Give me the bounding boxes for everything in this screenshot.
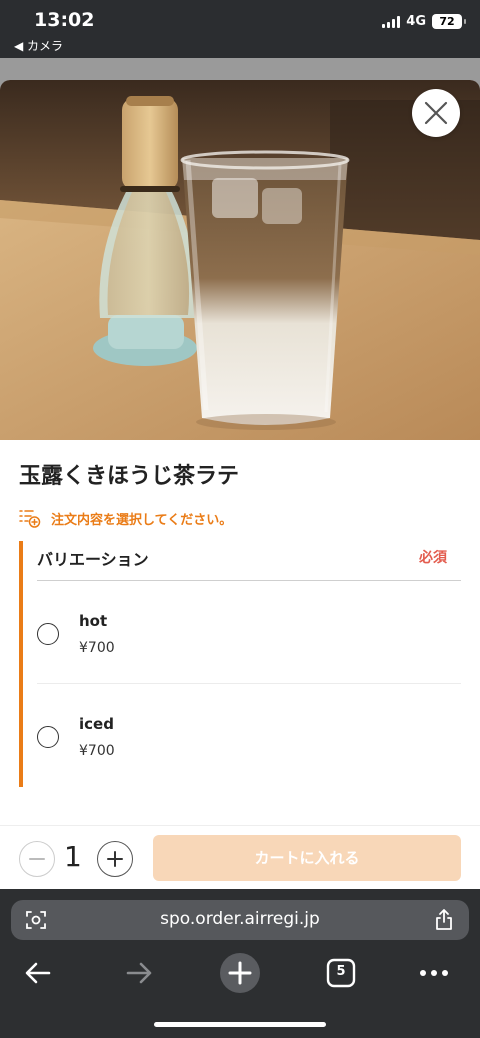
increase-quantity-button[interactable] xyxy=(97,841,133,877)
variation-header: バリエーション 必須 xyxy=(37,541,461,581)
tabs-button[interactable]: 5 xyxy=(319,951,363,995)
option-name: iced xyxy=(79,715,114,733)
browser-toolbar: spo.order.airregi.jp 5 xyxy=(0,889,480,1038)
network-label: 4G xyxy=(406,14,426,29)
status-time: 13:02 xyxy=(34,9,95,31)
share-icon[interactable] xyxy=(433,908,455,932)
url-text: spo.order.airregi.jp xyxy=(160,909,320,929)
signal-icon xyxy=(382,15,401,28)
close-icon xyxy=(424,101,448,125)
status-indicators: 4G 72 xyxy=(382,14,466,29)
option-iced[interactable]: iced ¥700 xyxy=(37,685,461,787)
radio-button[interactable] xyxy=(37,726,59,748)
selection-notice: 注文内容を選択してください。 xyxy=(19,508,232,528)
more-menu-button[interactable] xyxy=(412,951,456,995)
minus-icon xyxy=(29,858,45,860)
back-arrow-icon xyxy=(25,962,51,984)
address-bar[interactable]: spo.order.airregi.jp xyxy=(11,900,469,940)
radio-button[interactable] xyxy=(37,623,59,645)
new-tab-button[interactable] xyxy=(218,951,262,995)
product-title: 玉露くきほうじ茶ラテ xyxy=(19,464,240,489)
variation-section: バリエーション 必須 hot ¥700 iced ¥700 xyxy=(19,541,461,787)
option-price: ¥700 xyxy=(79,640,115,656)
home-indicator xyxy=(154,1022,326,1027)
forward-arrow-icon xyxy=(126,962,152,984)
option-price: ¥700 xyxy=(79,743,115,759)
option-hot[interactable]: hot ¥700 xyxy=(37,582,461,684)
forward-button[interactable] xyxy=(117,951,161,995)
more-dots-icon xyxy=(420,970,448,976)
back-button[interactable] xyxy=(16,951,60,995)
variation-title: バリエーション xyxy=(37,550,149,569)
plus-circle-icon xyxy=(220,953,260,993)
add-to-cart-button[interactable]: カートに入れる xyxy=(153,835,461,881)
close-button[interactable] xyxy=(412,89,460,137)
decrease-quantity-button[interactable] xyxy=(19,841,55,877)
product-modal: 玉露くきほうじ茶ラテ 注文内容を選択してください。 バリエーション 必須 hot… xyxy=(0,80,480,890)
status-bar: 13:02 ◀ カメラ 4G 72 xyxy=(0,0,480,58)
required-badge: 必須 xyxy=(419,550,447,566)
browser-nav: 5 xyxy=(0,951,480,997)
quantity-value: 1 xyxy=(64,840,82,873)
option-name: hot xyxy=(79,612,108,630)
product-image xyxy=(0,80,480,440)
back-to-camera-link[interactable]: ◀ カメラ xyxy=(14,37,63,54)
battery-icon: 72 xyxy=(432,14,466,29)
tab-count: 5 xyxy=(336,964,346,979)
list-add-icon xyxy=(19,510,41,528)
plus-icon xyxy=(107,851,123,867)
battery-level: 72 xyxy=(439,15,455,28)
selection-notice-text: 注文内容を選択してください。 xyxy=(51,512,233,528)
order-bar: 1 カートに入れる xyxy=(0,825,480,889)
